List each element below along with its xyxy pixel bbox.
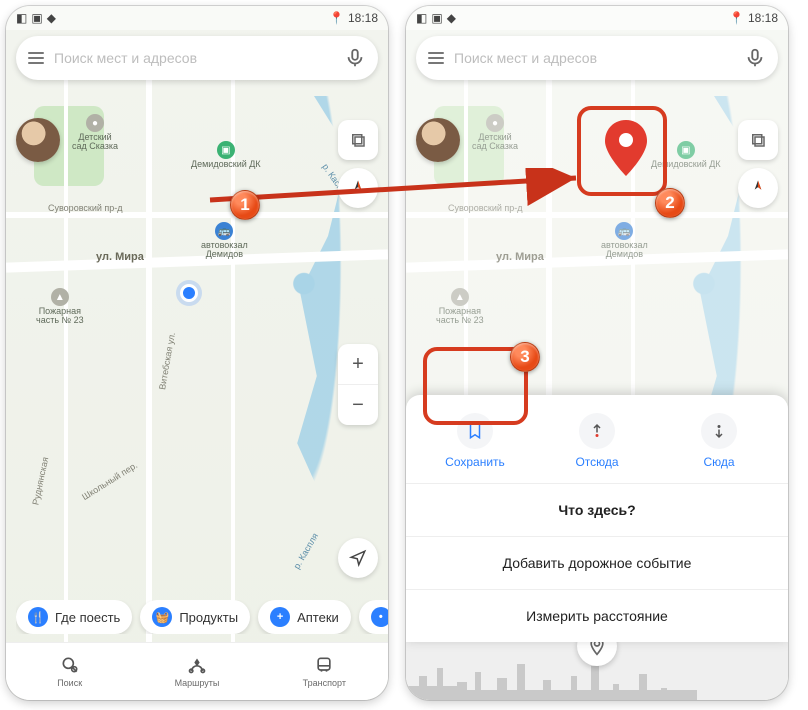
status-bar: ◧ ▣ ◆ 📍 18:18 (6, 6, 388, 30)
avatar[interactable] (16, 118, 60, 162)
compass-button[interactable] (338, 168, 378, 208)
poi-bus-station[interactable]: 🚌автовокзал Демидов (201, 222, 248, 260)
voice-icon[interactable] (744, 47, 766, 69)
callout-2: 2 (655, 188, 685, 218)
sheet-what-here[interactable]: Что здесь? (406, 483, 788, 536)
search-bar[interactable]: Поиск мест и адресов (16, 36, 378, 80)
menu-icon[interactable] (28, 52, 44, 64)
user-location-dot (180, 284, 198, 302)
locate-button[interactable] (338, 538, 378, 578)
poi-kindergarten[interactable]: ●Детский сад Сказка (72, 114, 118, 152)
poi-fire[interactable]: ▲Пожарная часть № 23 (36, 288, 84, 326)
bottom-nav: Поиск Маршруты Транспорт (6, 642, 388, 700)
zoom-out-button[interactable]: − (338, 385, 378, 425)
callout-1: 1 (230, 190, 260, 220)
sheet-from[interactable]: Отсюда (536, 413, 658, 469)
sheet-to[interactable]: Сюда (658, 413, 780, 469)
category-chips: 🍴Где поесть 🧺Продукты +Аптеки •Кр (16, 600, 388, 634)
layers-button[interactable] (738, 120, 778, 160)
menu-icon[interactable] (428, 52, 444, 64)
chip-pharmacy[interactable]: +Аптеки (258, 600, 351, 634)
search-input[interactable]: Поиск мест и адресов (454, 50, 734, 66)
label-street: ул. Мира (96, 251, 144, 263)
map-canvas[interactable]: Баррикадная ул. Суворовский пр-д ул. Мир… (6, 6, 388, 700)
chip-food[interactable]: 🍴Где поесть (16, 600, 132, 634)
avatar[interactable] (416, 118, 460, 162)
chip-more[interactable]: •Кр (359, 600, 388, 634)
layers-button[interactable] (338, 120, 378, 160)
nav-search[interactable]: Поиск (6, 643, 133, 700)
screen-left: Баррикадная ул. Суворовский пр-д ул. Мир… (6, 6, 388, 700)
nav-transport[interactable]: Транспорт (261, 643, 388, 700)
voice-icon[interactable] (344, 47, 366, 69)
status-bar: ◧▣◆ 📍18:18 (406, 6, 788, 30)
nav-routes[interactable]: Маршруты (133, 643, 260, 700)
notif-icon: ▣ (31, 11, 42, 25)
compass-button[interactable] (738, 168, 778, 208)
callout-3: 3 (510, 342, 540, 372)
chip-grocery[interactable]: 🧺Продукты (140, 600, 250, 634)
sheet-road-event[interactable]: Добавить дорожное событие (406, 536, 788, 589)
notif-icon: ◆ (47, 11, 56, 25)
clock: 18:18 (348, 11, 378, 25)
poi-dk[interactable]: ▣Демидовский ДК (191, 141, 261, 169)
zoom-in-button[interactable]: + (338, 344, 378, 384)
notif-icon: ◧ (16, 11, 27, 25)
search-input[interactable]: Поиск мест и адресов (54, 50, 334, 66)
location-icon: 📍 (329, 11, 344, 25)
label-street: Суворовский пр-д (48, 203, 123, 213)
sheet-measure[interactable]: Измерить расстояние (406, 589, 788, 642)
search-bar[interactable]: Поиск мест и адресов (416, 36, 778, 80)
highlight-box-pin (577, 106, 667, 196)
zoom-control: + − (338, 344, 378, 425)
bottom-sheet: Сохранить Отсюда Сюда Что здесь? Добавит… (406, 395, 788, 642)
